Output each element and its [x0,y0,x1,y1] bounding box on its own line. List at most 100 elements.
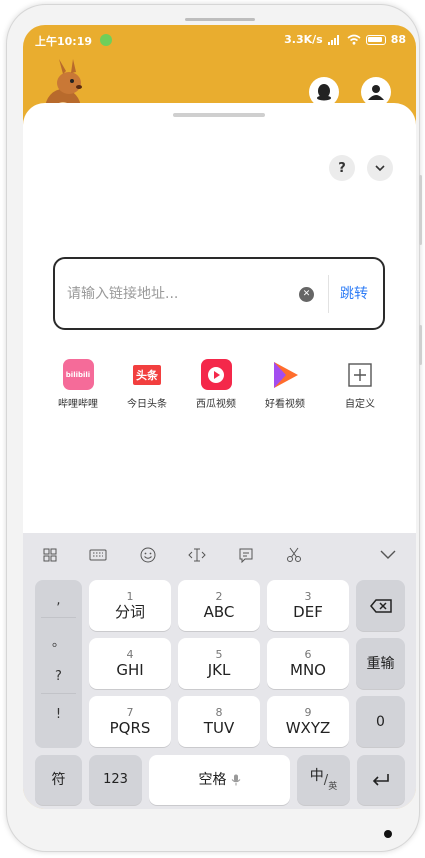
status-time: 上午10:19 [35,35,93,48]
key-7[interactable]: 7 PQRS [89,696,171,747]
status-bar: 上午10:19 3.3K/s 88 [23,25,416,55]
keyboard-icon[interactable] [87,545,109,565]
shortcut-bilibili[interactable]: bilibili 哔哩哔哩 [45,359,111,410]
haokan-video-icon [270,359,301,390]
clear-input-icon[interactable]: ✕ [299,287,314,302]
shortcut-custom[interactable]: 自定义 [327,359,393,410]
collapse-button[interactable] [367,155,393,181]
zero-key[interactable]: 0 [356,696,405,747]
key-number: 6 [304,647,312,661]
shortcut-label: 哔哩哔哩 [58,399,98,410]
keyboard-toolbar [23,533,416,577]
key-5[interactable]: 5 JKL [178,638,260,689]
lang-main-label: 中 [309,768,324,784]
xigua-video-icon [200,359,232,390]
help-button[interactable]: ? [329,155,355,181]
key-2[interactable]: 2 ABC [178,580,260,631]
key-label: 符 [51,772,66,788]
front-camera [384,830,392,838]
battery-level: 88 [390,33,406,46]
punct-comma-key[interactable]: , [35,586,82,614]
add-icon [345,359,376,390]
punct-question-key[interactable]: ? [35,662,82,690]
shortcut-toutiao[interactable]: 头条 今日头条 [114,359,180,410]
space-key[interactable]: 空格 [149,755,290,805]
key-label: PQRS [109,718,151,737]
key-label: ABC [203,602,235,621]
key-label: 123 [103,772,128,787]
key-3[interactable]: 3 DEF [267,580,349,631]
shortcut-label: 好看视频 [265,399,305,410]
scissors-icon[interactable] [283,545,305,565]
network-speed: 3.3K/s [284,33,323,46]
key-number: 8 [215,705,223,719]
chevron-down-icon [375,164,385,171]
punct-period-key[interactable]: 。 [35,626,82,654]
key-label: WXYZ [285,718,331,737]
symbols-key[interactable]: 符 [35,755,82,805]
punct-divider [41,617,76,618]
play-triangle-icon [274,361,298,388]
reenter-key[interactable]: 重输 [356,638,405,689]
key-number: 4 [126,647,134,661]
sheet-drag-handle[interactable] [173,113,265,117]
punct-exclaim-key[interactable]: ! [35,700,82,728]
status-indicators: 3.3K/s 88 [284,33,406,46]
key-label: TUV [203,718,235,737]
download-indicator-icon [100,34,112,46]
shortcut-label: 自定义 [345,399,375,410]
url-divider [328,275,329,313]
key-4[interactable]: 4 GHI [89,638,171,689]
toutiao-icon-text: 头条 [133,364,161,385]
phone-screen: 上午10:19 3.3K/s 88 ? 请输入链接地址... ✕ 跳转 bili… [23,25,416,809]
key-6[interactable]: 6 MNO [267,638,349,689]
keyboard: , 。 ? ! 1 分词 2 ABC 3 DEF 4 GHI 5 JKL 6 M… [23,533,416,809]
shortcut-xigua[interactable]: 西瓜视频 [183,359,249,410]
speaker-grille [185,18,255,21]
play-icon [208,366,224,383]
lang-sub-label: 英 [328,781,338,792]
key-label: 分词 [114,602,145,621]
backspace-key[interactable] [356,580,405,631]
power-button [419,325,422,365]
key-9[interactable]: 9 WXYZ [267,696,349,747]
key-number: 5 [215,647,223,661]
clipboard-icon[interactable] [235,545,257,565]
key-label: GHI [116,660,144,679]
signal-icon [327,34,339,45]
bilibili-icon: bilibili [62,359,94,390]
enter-key[interactable] [357,755,405,805]
key-label: JKL [207,660,231,679]
key-number: 3 [304,589,312,603]
bilibili-icon-text: bilibili [65,370,91,379]
key-1[interactable]: 1 分词 [89,580,171,631]
go-button[interactable]: 跳转 [340,283,368,303]
shortcut-label: 西瓜视频 [196,399,236,410]
key-label: DEF [293,602,323,621]
toutiao-icon: 头条 [132,359,163,390]
key-label: MNO [290,660,326,679]
key-8[interactable]: 8 TUV [178,696,260,747]
punctuation-column: , 。 ? ! [35,580,82,748]
microphone-icon [231,774,240,786]
enter-icon [372,774,389,786]
battery-icon [365,34,386,45]
volume-button [419,175,422,245]
emoji-icon[interactable] [137,545,159,565]
key-number: 2 [215,589,223,603]
language-switch-key[interactable]: 中 / 英 [297,755,350,805]
url-input[interactable] [67,281,287,307]
key-label: 0 [376,713,385,730]
shortcut-haokan[interactable]: 好看视频 [252,359,318,410]
backspace-icon [369,598,392,613]
key-number: 7 [126,705,134,719]
phone-frame: 上午10:19 3.3K/s 88 ? 请输入链接地址... ✕ 跳转 bili… [6,4,422,852]
key-number: 1 [126,589,134,603]
shortcut-list: bilibili 哔哩哔哩 头条 今日头条 西瓜视频 好看视频 自定义 [45,359,395,419]
hide-keyboard-icon[interactable] [377,545,399,565]
punct-divider [41,693,76,694]
grid-icon[interactable] [39,545,61,565]
url-input-box: ✕ 跳转 [53,257,385,330]
numbers-key[interactable]: 123 [89,755,142,805]
cursor-icon[interactable] [186,545,208,565]
